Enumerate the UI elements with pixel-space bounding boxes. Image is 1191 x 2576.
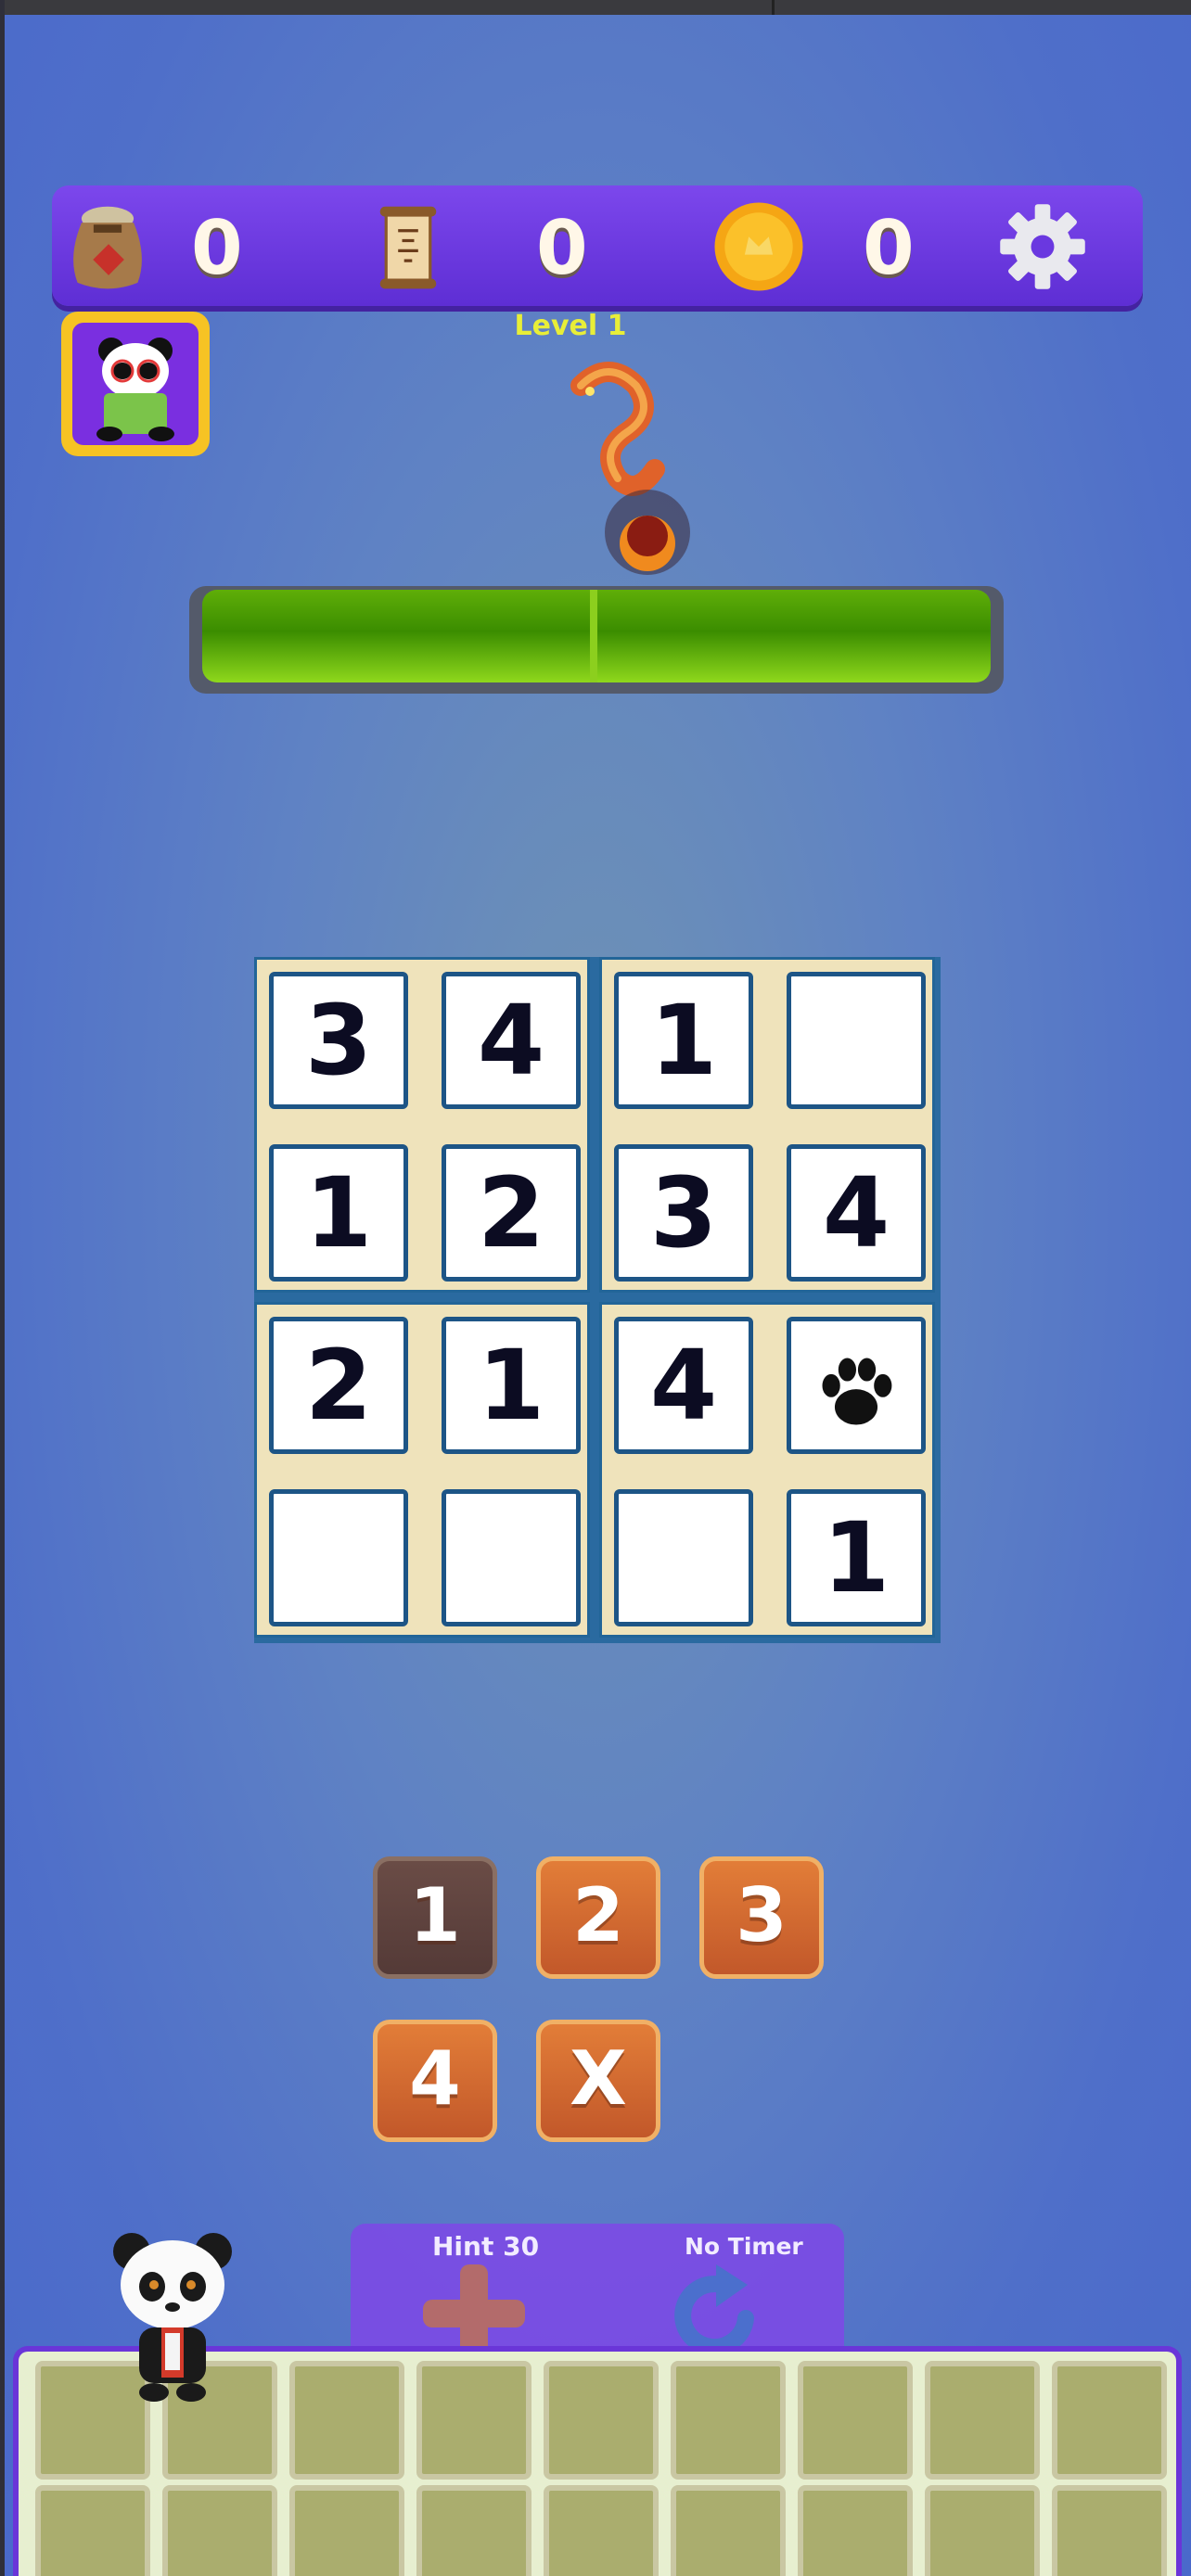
board-cell-r4-c3[interactable] [614, 1489, 753, 1626]
board-cell-r3-c1[interactable]: 2 [269, 1317, 408, 1454]
ground-tile [162, 2485, 277, 2576]
ground-tile [544, 2485, 659, 2576]
coin-count: 0 [863, 205, 915, 291]
paw-icon [822, 1358, 892, 1425]
number-button-2[interactable]: 2 [536, 1856, 660, 1979]
progress-bar [189, 586, 1004, 694]
board-cell-r1-c4[interactable] [787, 972, 926, 1109]
board-cell-r2-c1[interactable]: 1 [269, 1144, 408, 1282]
panda-profile-button[interactable] [61, 312, 210, 456]
scroll-icon [379, 206, 437, 289]
board-cell-r1-c3[interactable]: 1 [614, 972, 753, 1109]
scroll-count: 0 [536, 205, 588, 291]
ground-tile [798, 2361, 913, 2480]
level-label: Level 1 [514, 310, 627, 342]
board-cell-r2-c3[interactable]: 3 [614, 1144, 753, 1282]
resource-bar: 0 0 0 [52, 185, 1143, 306]
progress-divider [590, 590, 597, 682]
no-timer-label: No Timer [685, 2233, 803, 2260]
ground-tile [1052, 2361, 1167, 2480]
board-cell-r4-c2[interactable] [442, 1489, 581, 1626]
board-cell-r2-c4[interactable]: 4 [787, 1144, 926, 1282]
ground-tile [35, 2485, 150, 2576]
number-button-1[interactable]: 1 [373, 1856, 497, 1979]
panda-avatar-icon [96, 338, 174, 441]
ground-tile [671, 2485, 786, 2576]
board-cell-r3-c4[interactable] [787, 1317, 926, 1454]
ground-tile [798, 2485, 913, 2576]
ground-tile [1052, 2485, 1167, 2576]
board-cell-r4-c1[interactable] [269, 1489, 408, 1626]
board-cell-r4-c4[interactable]: 1 [787, 1489, 926, 1626]
number-button-3[interactable]: 3 [699, 1856, 824, 1979]
erase-button[interactable]: X [536, 2020, 660, 2142]
ground-tile [671, 2361, 786, 2480]
ground-tile [416, 2361, 531, 2480]
ground-tile [925, 2485, 1040, 2576]
rice-bag-icon [73, 206, 142, 289]
dragon-icon [570, 362, 690, 575]
hint-label: Hint 30 [432, 2231, 540, 2262]
ground-tile [544, 2361, 659, 2480]
window-edge [0, 0, 5, 2576]
status-bar [0, 0, 1191, 15]
ground-tile [289, 2361, 404, 2480]
gear-icon[interactable] [994, 198, 1091, 295]
ground-tile [925, 2361, 1040, 2480]
rice-count: 0 [191, 205, 243, 291]
board-cell-r1-c1[interactable]: 3 [269, 972, 408, 1109]
coin-icon [714, 202, 803, 291]
sudoku-board: 34112342141 [254, 957, 941, 1643]
panda-character-icon [113, 2233, 232, 2402]
ground-tile [416, 2485, 531, 2576]
ground-tile [289, 2485, 404, 2576]
board-cell-r3-c3[interactable]: 4 [614, 1317, 753, 1454]
number-button-4[interactable]: 4 [373, 2020, 497, 2142]
board-cell-r1-c2[interactable]: 4 [442, 972, 581, 1109]
board-cell-r2-c2[interactable]: 2 [442, 1144, 581, 1282]
status-bar-divider [772, 0, 775, 15]
board-cell-r3-c2[interactable]: 1 [442, 1317, 581, 1454]
